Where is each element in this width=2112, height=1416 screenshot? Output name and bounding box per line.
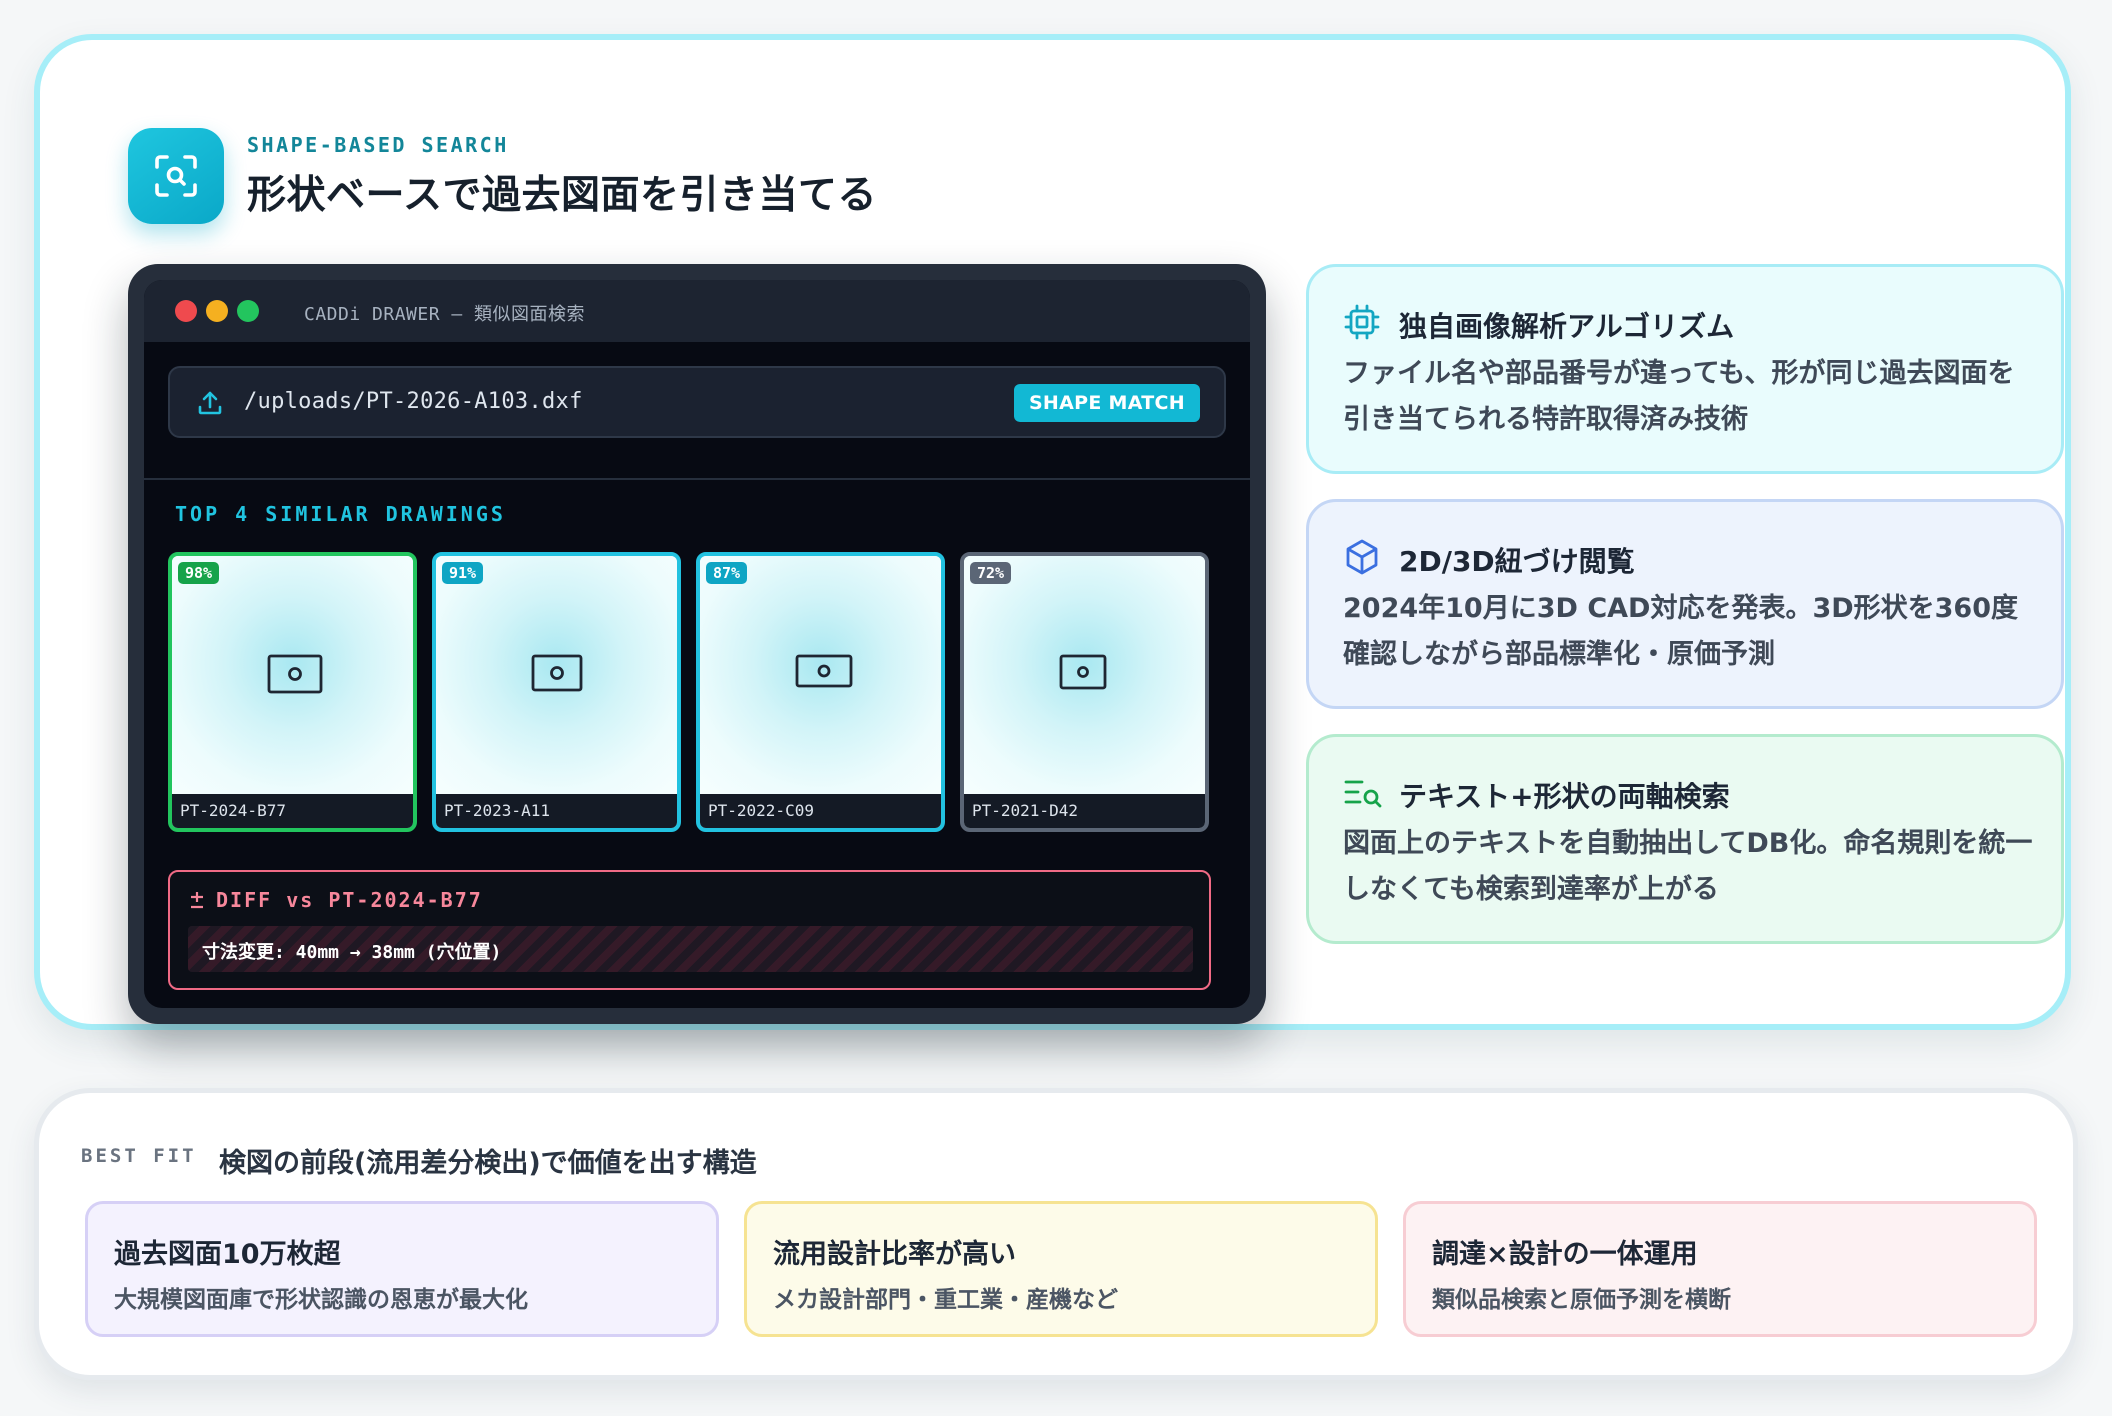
part-id: PT-2022-C09 bbox=[700, 794, 941, 828]
part-drawing-icon bbox=[531, 654, 583, 696]
window-title: CADDi DRAWER — 類似図面検索 bbox=[304, 304, 586, 325]
divider bbox=[144, 478, 1250, 480]
feature-title: 独自画像解析アルゴリズム bbox=[1399, 310, 1735, 343]
diff-title-text: DIFF vs PT-2024-B77 bbox=[216, 888, 483, 912]
part-id: PT-2024-B77 bbox=[172, 794, 413, 828]
part-drawing-icon bbox=[795, 654, 853, 692]
best-fit-card: BEST FIT 検図の前段(流用差分検出)で価値を出す構造 過去図面10万枚超… bbox=[34, 1088, 2078, 1380]
maximize-window-button[interactable] bbox=[237, 300, 259, 322]
fit-description: 類似品検索と原価予測を横断 bbox=[1432, 1287, 1731, 1313]
diff-panel: DIFF vs PT-2024-B77 寸法変更: 40mm → 38mm (穴… bbox=[168, 870, 1211, 990]
similarity-badge: 87% bbox=[706, 562, 748, 584]
result-card[interactable]: 98% PT-2024-B77 bbox=[168, 552, 417, 832]
chip-icon bbox=[1343, 303, 1381, 345]
feature-card-image-analysis: 独自画像解析アルゴリズム ファイル名や部品番号が違っても、形が同じ過去図面を引き… bbox=[1306, 264, 2064, 474]
minimize-window-button[interactable] bbox=[206, 300, 228, 322]
part-id: PT-2023-A11 bbox=[436, 794, 677, 828]
fit-card-procurement-design: 調達×設計の一体運用 類似品検索と原価予測を横断 bbox=[1403, 1201, 2037, 1337]
fit-title: 過去図面10万枚超 bbox=[114, 1239, 341, 1270]
upload-file-path: /uploads/PT-2026-A103.dxf bbox=[244, 389, 583, 414]
best-fit-kicker: BEST FIT bbox=[81, 1145, 197, 1167]
window-titlebar: CADDi DRAWER — 類似図面検索 bbox=[144, 280, 1250, 342]
fit-description: メカ設計部門・重工業・産機など bbox=[773, 1287, 1118, 1313]
plus-minus-icon bbox=[191, 892, 203, 909]
similarity-badge: 98% bbox=[178, 562, 220, 584]
fit-card-reuse-ratio: 流用設計比率が高い メカ設計部門・重工業・産機など bbox=[744, 1201, 1378, 1337]
part-drawing-icon bbox=[1059, 654, 1107, 694]
diff-title: DIFF vs PT-2024-B77 bbox=[188, 888, 483, 912]
close-window-button[interactable] bbox=[175, 300, 197, 322]
feature-description: 2024年10月に3D CAD対応を発表。3D形状を360度確認しながら部品標準… bbox=[1343, 593, 2018, 670]
feature-card-2d3d: 2D/3D紐づけ閲覧 2024年10月に3D CAD対応を発表。3D形状を360… bbox=[1306, 499, 2064, 709]
result-card[interactable]: 72% PT-2021-D42 bbox=[960, 552, 1209, 832]
shape-match-button[interactable]: SHAPE MATCH bbox=[1013, 384, 1200, 422]
cube-icon bbox=[1343, 538, 1381, 580]
best-fit-title: 検図の前段(流用差分検出)で価値を出す構造 bbox=[219, 1148, 757, 1179]
feature-title: 2D/3D紐づけ閲覧 bbox=[1399, 545, 1635, 578]
upload-bar[interactable]: /uploads/PT-2026-A103.dxf SHAPE MATCH bbox=[168, 366, 1226, 438]
feature-description: 図面上のテキストを自動抽出してDB化。命名規則を統一しなくても検索到達率が上がる bbox=[1343, 828, 2033, 905]
app-window: CADDi DRAWER — 類似図面検索 /uploads/PT-2026-A… bbox=[128, 264, 1266, 1024]
fit-card-large-archive: 過去図面10万枚超 大規模図面庫で形状認識の恩恵が最大化 bbox=[85, 1201, 719, 1337]
section-title: 形状ベースで過去図面を引き当てる bbox=[247, 173, 878, 218]
result-card[interactable]: 91% PT-2023-A11 bbox=[432, 552, 681, 832]
result-card[interactable]: 87% PT-2022-C09 bbox=[696, 552, 945, 832]
part-drawing-icon bbox=[267, 654, 323, 698]
results-label: TOP 4 SIMILAR DRAWINGS bbox=[175, 502, 506, 526]
fit-title: 調達×設計の一体運用 bbox=[1432, 1239, 1698, 1270]
section-kicker: SHAPE-BASED SEARCH bbox=[247, 133, 509, 157]
fit-description: 大規模図面庫で形状認識の恩恵が最大化 bbox=[114, 1287, 528, 1313]
feature-card-text-shape-search: テキスト+形状の両軸検索 図面上のテキストを自動抽出してDB化。命名規則を統一し… bbox=[1306, 734, 2064, 944]
fit-title: 流用設計比率が高い bbox=[773, 1239, 1016, 1270]
shape-search-card: SHAPE-BASED SEARCH 形状ベースで過去図面を引き当てる CADD… bbox=[34, 34, 2071, 1030]
text-search-icon bbox=[1343, 773, 1383, 815]
part-id: PT-2021-D42 bbox=[964, 794, 1205, 828]
feature-title: テキスト+形状の両軸検索 bbox=[1399, 780, 1730, 813]
upload-icon[interactable] bbox=[196, 389, 224, 421]
diff-detail: 寸法変更: 40mm → 38mm (穴位置) bbox=[202, 942, 502, 963]
feature-description: ファイル名や部品番号が違っても、形が同じ過去図面を引き当てられる特許取得済み技術 bbox=[1343, 358, 2015, 435]
scan-search-icon bbox=[128, 128, 224, 224]
similarity-badge: 91% bbox=[442, 562, 484, 584]
similarity-badge: 72% bbox=[970, 562, 1012, 584]
